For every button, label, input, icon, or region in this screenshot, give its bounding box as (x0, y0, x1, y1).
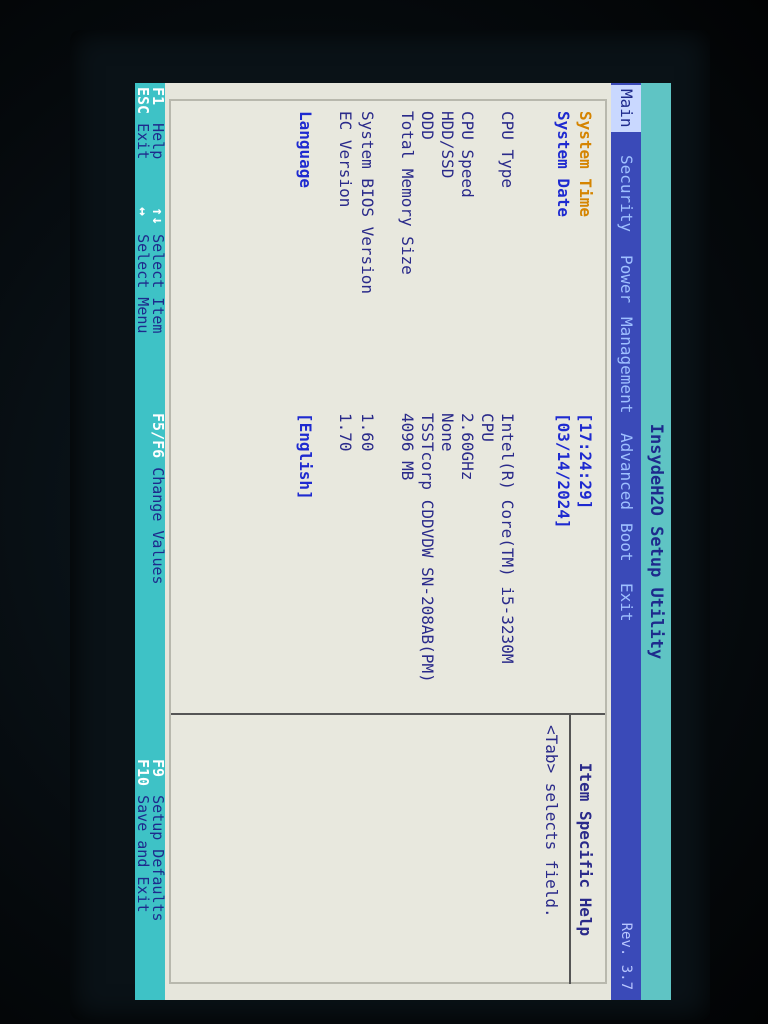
menu-boot[interactable]: Boot (611, 519, 641, 566)
select-menu-legend: ↔ Select Menu (135, 207, 152, 334)
key-legend-footer: F1 Help ESC Exit ↑↓ Select Item ↔ Select… (135, 83, 167, 1000)
total-memory-value: 4096 MB (398, 413, 417, 481)
cpu-type-value: Intel(R) Core(TM) i5-3230M (498, 413, 517, 664)
esc-key: ESC (135, 87, 152, 115)
f5f6-key: F5/F6 (149, 413, 167, 459)
f10-desc: Save and Exit (135, 795, 152, 913)
menu-vendor-tag: Rev. 3.7 (618, 922, 634, 990)
bios-screen: InsydeH2O Setup Utility Main Security Po… (135, 83, 671, 1000)
hdd-ssd-value: None (438, 413, 457, 452)
f10-key: F10 (135, 759, 152, 787)
menu-exit[interactable]: Exit (611, 579, 641, 626)
total-memory-label: Total Memory Size (398, 111, 417, 275)
bios-version-value: 1.60 (358, 413, 377, 452)
main-panel: System Time [17:24:29] System Date [03/1… (169, 99, 607, 984)
system-time-value[interactable]: [17:24:29] (576, 413, 595, 509)
esc-exit-legend: ESC Exit (135, 87, 152, 160)
cpu-speed-label: CPU Speed (458, 111, 477, 198)
language-value[interactable]: [English] (296, 413, 315, 500)
f5f6-desc: Change Values (149, 467, 167, 585)
menu-main[interactable]: Main (611, 85, 641, 132)
odd-label: ODD (418, 111, 437, 140)
hdd-ssd-label: HDD/SSD (438, 111, 457, 179)
save-exit-legend: F10 Save and Exit (135, 759, 152, 913)
ec-version-value: 1.70 (336, 413, 355, 452)
system-time-label[interactable]: System Time (576, 111, 595, 217)
panel-divider (171, 713, 605, 715)
change-values-legend: F5/F6 Change Values (149, 413, 167, 585)
system-date-label[interactable]: System Date (554, 111, 573, 217)
language-label[interactable]: Language (296, 111, 315, 188)
cpu-speed-value: 2.60GHz (458, 413, 477, 481)
menu-security[interactable]: Security (611, 151, 641, 236)
system-date-value[interactable]: [03/14/2024] (554, 413, 573, 529)
menu-advanced[interactable]: Advanced (611, 429, 641, 514)
select-menu-desc: Select Menu (135, 234, 152, 334)
cpu-type-value-cont: CPU (478, 413, 497, 442)
odd-value: TSSTcorp CDDVDW SN-208AB(PM) (418, 413, 437, 683)
setup-utility-title: InsydeH2O Setup Utility (641, 83, 671, 1000)
esc-desc: Exit (135, 123, 152, 160)
help-heading: Item Specific Help (569, 715, 599, 984)
setup-defaults-legend: F9 Setup Defaults (149, 759, 167, 922)
help-text: <Tab> selects field. (542, 725, 561, 918)
select-item-legend: ↑↓ Select Item (149, 207, 167, 333)
menu-bar: Main Security Power Management Advanced … (611, 83, 641, 1000)
menu-management[interactable]: Management (611, 313, 641, 417)
ec-version-label: EC Version (336, 111, 355, 208)
leftright-arrows-icon: ↔ (135, 207, 152, 217)
menu-power[interactable]: Power (611, 251, 641, 307)
f1-help-legend: F1 Help (149, 87, 167, 159)
cpu-type-label: CPU Type (498, 111, 517, 189)
bios-version-label: System BIOS Version (358, 111, 377, 295)
